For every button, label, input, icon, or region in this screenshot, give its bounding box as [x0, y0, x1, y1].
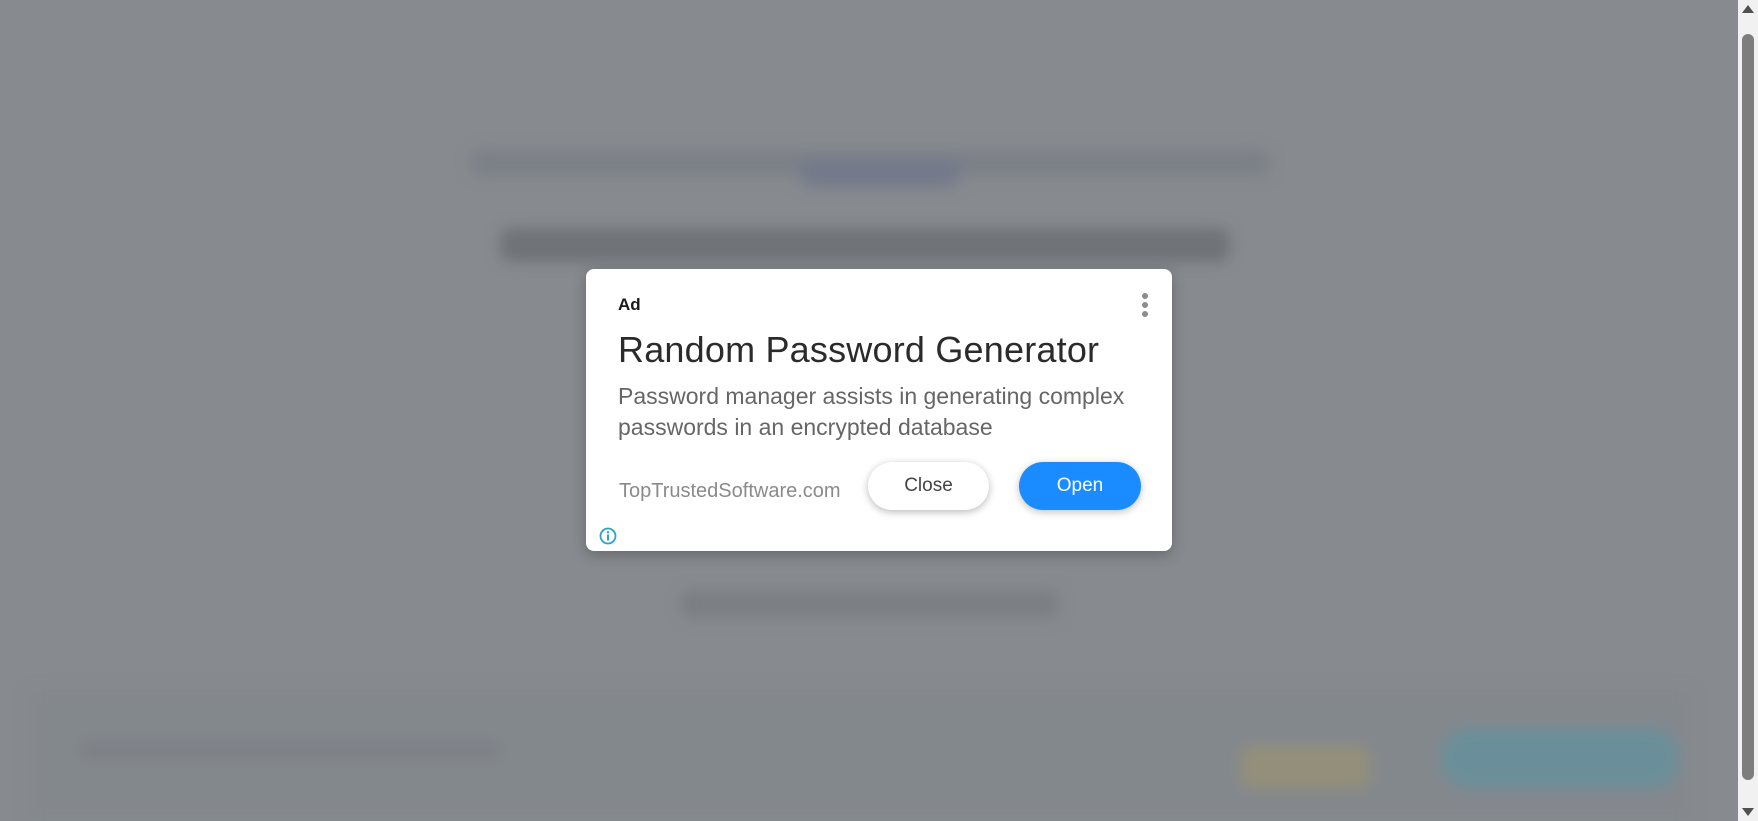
blurred-footer-button-blue: [1440, 728, 1680, 788]
blurred-subheading: [500, 228, 1230, 262]
blurred-heading-highlight: [800, 158, 960, 188]
scroll-up-arrow-icon[interactable]: [1742, 5, 1754, 13]
blurred-link-row: [680, 590, 1060, 618]
ad-label: Ad: [618, 295, 641, 314]
vertical-scrollbar[interactable]: [1738, 0, 1758, 821]
blurred-footer-text: [80, 742, 500, 758]
page: Ad Random Password Generator Password ma…: [0, 0, 1758, 821]
ad-title[interactable]: Random Password Generator: [618, 329, 1099, 371]
open-button[interactable]: Open: [1019, 462, 1141, 510]
scroll-down-arrow-icon[interactable]: [1742, 808, 1754, 816]
ad-description: Password manager assists in generating c…: [618, 383, 1125, 440]
close-button[interactable]: Close: [868, 462, 989, 510]
blurred-footer-button-yellow: [1240, 745, 1370, 789]
scrollbar-thumb[interactable]: [1742, 34, 1754, 780]
info-icon[interactable]: [599, 527, 617, 545]
ad-dialog: Ad Random Password Generator Password ma…: [586, 269, 1172, 551]
more-vertical-icon[interactable]: [1140, 293, 1150, 319]
ad-domain[interactable]: TopTrustedSoftware.com: [619, 480, 841, 503]
